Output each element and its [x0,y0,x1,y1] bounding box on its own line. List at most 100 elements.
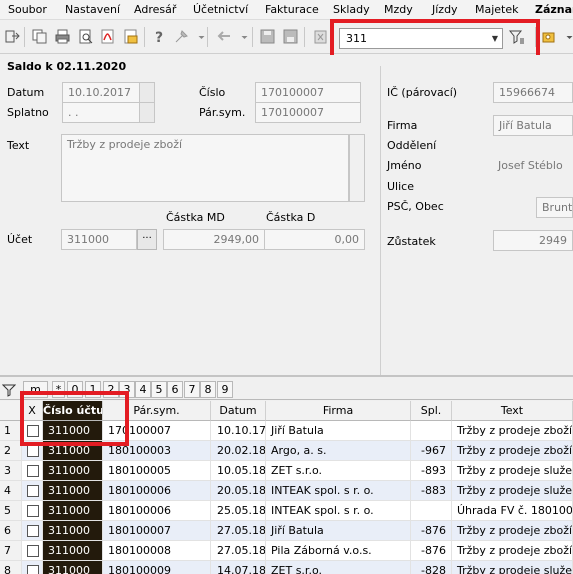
save-icon[interactable] [259,28,276,45]
row-checkbox[interactable] [27,445,39,457]
cell-firma[interactable]: ZET s.r.o. [266,561,411,574]
cell-text[interactable]: Úhrada FV č. 18010000 [452,501,573,521]
print-icon[interactable] [54,28,71,45]
table-row[interactable]: 6 311000 180100007 27.05.18 Jiří Batula -876 T… [0,521,573,541]
cell-account[interactable]: 311000 [43,561,103,574]
cell-firma[interactable]: ZET s.r.o. [266,461,411,481]
cell-date[interactable]: 20.02.18 [211,441,266,461]
row-checkbox[interactable] [27,505,39,517]
cell-firma[interactable]: Argo, a. s. [266,441,411,461]
help-icon[interactable]: ? [151,28,168,45]
cell-spl[interactable] [411,421,452,441]
back-icon[interactable] [215,28,232,45]
datum-field[interactable]: 10.10.2017 [62,82,140,103]
cell-spl[interactable]: -883 [411,481,452,501]
cislo-field[interactable]: 170100007 [255,82,361,103]
save-as-icon[interactable] [282,28,299,45]
cell-text[interactable]: Tržby z prodeje služeb [452,561,573,574]
chevron-down-icon[interactable] [561,28,573,45]
exit-icon[interactable] [4,28,21,45]
text-scrollbar[interactable] [349,134,365,202]
cell-spl[interactable]: -828 [411,561,452,574]
table-row[interactable]: 7 311000 180100008 27.05.18 Pila Záborná v.o… [0,541,573,561]
cell-account[interactable]: 311000 [43,521,103,541]
cell-text[interactable]: Tržby z prodeje zboží [452,441,573,461]
menu-sklady[interactable]: Sklady [333,3,370,16]
table-row[interactable]: 3 311000 180100005 10.05.18 ZET s.r.o. -893 Tr… [0,461,573,481]
menu-fakturace[interactable]: Fakturace [265,3,319,16]
filter-icon[interactable] [1,383,17,397]
castka-md-field[interactable]: 2949,00 [163,229,265,250]
menu-nastaveni[interactable]: Nastavení [65,3,120,16]
pdf-icon[interactable] [99,28,116,45]
tab-6[interactable]: 6 [167,381,183,398]
cell-parsym[interactable]: 180100006 [103,481,211,501]
cell-firma[interactable]: INTEAK spol. s r. o. [266,481,411,501]
parsym-field[interactable]: 170100007 [255,102,361,123]
menu-soubor[interactable]: Soubor [8,3,47,16]
cell-spl[interactable]: -967 [411,441,452,461]
cell-date[interactable]: 25.05.18 [211,501,266,521]
cell-date[interactable]: 10.05.18 [211,461,266,481]
cell-parsym[interactable]: 180100006 [103,501,211,521]
table-row[interactable]: 4 311000 180100006 20.05.18 INTEAK spol. s r… [0,481,573,501]
menu-jizdy[interactable]: Jízdy [432,3,458,16]
settings-icon[interactable] [541,28,558,45]
castka-d-field[interactable]: 0,00 [264,229,365,250]
cell-parsym[interactable]: 180100005 [103,461,211,481]
cell-parsym[interactable]: 180100008 [103,541,211,561]
cell-date[interactable]: 14.07.18 [211,561,266,574]
header-spl[interactable]: Spl. [411,401,452,421]
menu-ucetnictvi[interactable]: Účetnictví [193,3,248,16]
tool-icon[interactable] [173,28,190,45]
ucet-lookup-button[interactable]: ··· [137,229,157,250]
print-preview-icon[interactable] [77,28,94,45]
obec-field[interactable]: Brunta [536,197,573,218]
chevron-down-icon[interactable] [193,28,205,45]
row-checkbox[interactable] [27,465,39,477]
menu-zaznam[interactable]: Záznam [535,3,573,16]
tab-5[interactable]: 5 [151,381,167,398]
cell-date[interactable]: 27.05.18 [211,541,266,561]
tab-7[interactable]: 7 [184,381,200,398]
table-row[interactable]: 8 311000 180100009 14.07.18 ZET s.r.o. -828 Tr… [0,561,573,574]
datum-picker-button[interactable] [139,82,155,103]
cell-text[interactable]: Tržby z prodeje zboží [452,421,573,441]
chevron-down-icon[interactable] [236,28,248,45]
cell-account[interactable]: 311000 [43,501,103,521]
ic-field[interactable]: 15966674 [493,82,573,103]
cell-spl[interactable]: -876 [411,541,452,561]
cell-account[interactable]: 311000 [43,481,103,501]
cell-text[interactable]: Tržby z prodeje zboží [452,541,573,561]
ucet-field[interactable]: 311000 [61,229,137,250]
cell-parsym[interactable]: 180100009 [103,561,211,574]
firma-field[interactable]: Jiří Batula [493,115,573,136]
splatno-picker-button[interactable] [139,102,155,123]
cell-spl[interactable]: -876 [411,521,452,541]
splatno-field[interactable]: . . [62,102,140,123]
export-icon[interactable] [122,28,139,45]
row-checkbox[interactable] [27,485,39,497]
header-text[interactable]: Text [452,401,573,421]
cell-text[interactable]: Tržby z prodeje služeb [452,481,573,501]
cell-spl[interactable]: -893 [411,461,452,481]
cell-account[interactable]: 311000 [43,461,103,481]
row-checkbox[interactable] [27,565,39,574]
cell-firma[interactable]: Jiří Batula [266,421,411,441]
row-checkbox[interactable] [27,545,39,557]
text-field[interactable]: Tržby z prodeje zboží [61,134,349,202]
header-datum[interactable]: Datum [211,401,266,421]
menu-majetek[interactable]: Majetek [475,3,519,16]
menu-adresar[interactable]: Adresář [134,3,176,16]
cell-date[interactable]: 20.05.18 [211,481,266,501]
cell-date[interactable]: 10.10.17 [211,421,266,441]
cell-text[interactable]: Tržby z prodeje služeb [452,461,573,481]
copy-icon[interactable] [31,28,48,45]
row-checkbox[interactable] [27,525,39,537]
jmeno-value[interactable]: Josef Stéblo [498,159,563,172]
cell-spl[interactable] [411,501,452,521]
cell-parsym[interactable]: 180100007 [103,521,211,541]
delete-icon[interactable] [312,28,329,45]
cell-account[interactable]: 311000 [43,541,103,561]
cell-firma[interactable]: Pila Záborná v.o.s. [266,541,411,561]
